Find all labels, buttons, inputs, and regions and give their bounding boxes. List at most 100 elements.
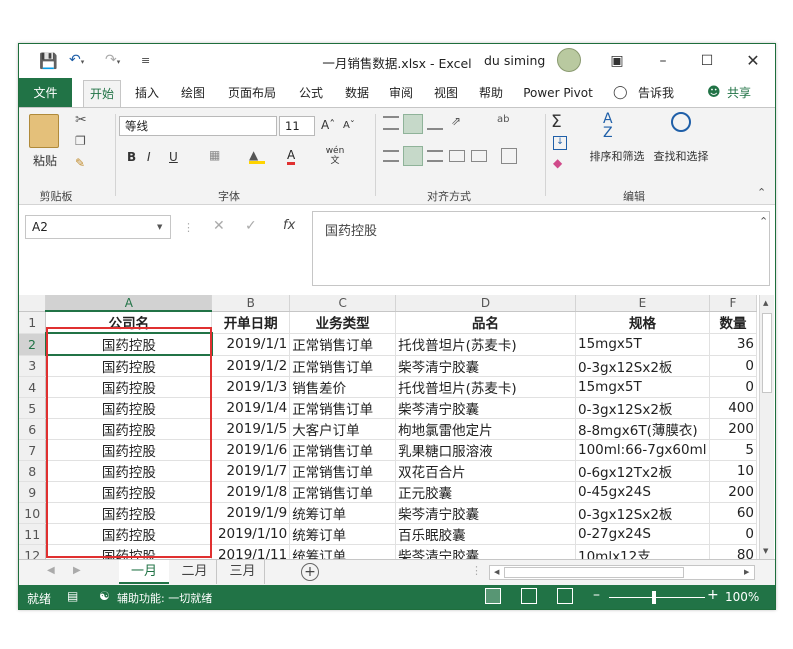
cell-spec[interactable]: 100ml:66-7gx60ml [575,439,710,461]
row-header[interactable]: 6 [19,418,47,440]
format-painter-icon[interactable]: ✎ [75,156,85,170]
tab-view[interactable]: 视图 [426,78,466,108]
cell-date[interactable]: 2019/1/9 [211,502,291,524]
tab-home[interactable]: 开始 [83,80,121,110]
scroll-down-icon[interactable]: ▼ [763,547,768,555]
grow-font-icon[interactable]: Aˆ [321,118,335,132]
row-header[interactable]: 9 [19,481,47,503]
cell-spec[interactable]: 0-45gx24S [575,481,710,503]
cell-date[interactable]: 2019/1/3 [211,376,291,398]
column-header-e[interactable]: E [575,295,710,312]
row-header[interactable]: 8 [19,460,47,482]
tell-me[interactable]: 告诉我 [633,78,679,108]
cell-date[interactable]: 2019/1/8 [211,481,291,503]
cell-spec[interactable]: 0-3gx12Sx2板 [575,397,710,419]
cell-quantity[interactable]: 60 [709,502,757,524]
align-left-icon[interactable] [383,150,399,162]
tab-draw[interactable]: 绘图 [173,78,213,108]
cell-spec[interactable]: 15mgx5T [575,333,710,356]
cell-business-type[interactable]: 正常销售订单 [289,439,397,461]
new-sheet-icon[interactable]: + [301,563,319,581]
cell-product-name[interactable]: 正元胶囊 [395,481,576,503]
cell-spec[interactable]: 10mlx12支 [575,544,710,559]
prev-sheet-icon[interactable]: ◀ [47,565,55,576]
cell-business-type[interactable]: 统筹订单 [289,544,397,559]
cell-quantity[interactable]: 10 [709,460,757,482]
select-all-corner[interactable] [19,295,47,312]
font-name-select[interactable]: 等线 [119,116,277,136]
zoom-slider[interactable] [609,597,705,598]
sheet-tab-march[interactable]: 三月 [221,560,265,584]
find-select-button[interactable]: 查找和选择 [649,148,713,164]
italic-button[interactable]: I [147,150,151,164]
zoom-level[interactable]: 100% [725,590,759,604]
autosum-icon[interactable]: Σ [551,112,562,132]
cell-product-name[interactable]: 柴芩清宁胶囊 [395,355,576,377]
row-header[interactable]: 11 [19,523,47,545]
tab-data[interactable]: 数据 [337,78,377,108]
cell-date[interactable]: 2019/1/1 [211,333,291,356]
underline-button[interactable]: U [169,150,178,164]
column-header-b[interactable]: B [211,295,291,312]
clear-icon[interactable]: ◆ [553,156,562,170]
cell-quantity[interactable]: 0 [709,376,757,398]
tab-formulas[interactable]: 公式 [291,78,331,108]
tab-insert[interactable]: 插入 [127,78,167,108]
zoom-slider-thumb[interactable] [652,591,656,604]
cell-product-name[interactable]: 双花百合片 [395,460,576,482]
cell-spec[interactable]: 0-27gx24S [575,523,710,545]
cell-business-type[interactable]: 统筹订单 [289,502,397,524]
cell-business-type[interactable]: 统筹订单 [289,523,397,545]
scroll-right-icon[interactable]: ▶ [744,568,749,576]
tab-help[interactable]: 帮助 [471,78,511,108]
copy-icon[interactable]: ❐ [75,134,86,148]
cell-date[interactable]: 2019/1/10 [211,523,291,545]
collapse-formula-icon[interactable]: ⌃ [759,215,768,228]
cell-quantity[interactable]: 400 [709,397,757,419]
page-break-view-icon[interactable] [557,588,573,604]
sort-filter-button[interactable]: 排序和筛选 [585,148,649,164]
paste-icon[interactable] [29,114,59,148]
share-icon[interactable]: ☻ [707,85,721,100]
page-layout-view-icon[interactable] [521,588,537,604]
cell-product-name[interactable]: 柴芩清宁胶囊 [395,502,576,524]
cell-product-name[interactable]: 柴芩清宁胶囊 [395,544,576,559]
bottom-align-icon[interactable] [427,120,443,130]
cell-quantity[interactable]: 36 [709,333,757,356]
row-header[interactable]: 10 [19,502,47,524]
splitter-icon[interactable]: ⋮ [471,564,482,577]
column-header-f[interactable]: F [709,295,757,312]
orientation-icon[interactable]: ⇗ [451,114,461,128]
cut-icon[interactable]: ✂ [75,112,87,128]
top-align-icon[interactable] [383,116,399,130]
wrap-text-icon[interactable]: ab [497,114,509,125]
cell-product-name[interactable]: 百乐眠胶囊 [395,523,576,545]
minimize-icon[interactable]: – [651,50,675,72]
column-header-d[interactable]: D [395,295,576,312]
cell-product-name[interactable]: 枸地氯雷他定片 [395,418,576,440]
cell-spec[interactable]: 0-3gx12Sx2板 [575,502,710,524]
cell-spec[interactable]: 8-8mgx6T(薄膜衣) [575,418,710,440]
enter-icon[interactable]: ✓ [245,218,257,234]
cell-quantity[interactable]: 0 [709,523,757,545]
scroll-up-icon[interactable]: ▲ [763,299,768,307]
cell-date[interactable]: 2019/1/2 [211,355,291,377]
fill-icon[interactable]: ↓ [553,136,567,150]
cell-business-type[interactable]: 销售差价 [289,376,397,398]
middle-align-icon[interactable] [403,114,423,134]
cell-product-name[interactable]: 乳果糖口服溶液 [395,439,576,461]
insert-function-button[interactable]: fx [283,218,295,233]
fill-color-icon[interactable]: ▲ [249,148,265,164]
center-icon[interactable] [403,146,423,166]
user-name[interactable]: du siming [484,53,545,68]
row-header[interactable]: 1 [19,311,47,334]
border-icon[interactable]: ▦ [209,148,220,162]
font-size-select[interactable]: 11 [279,116,315,136]
row-header[interactable]: 4 [19,376,47,398]
name-box-dropdown-icon[interactable]: ▼ [157,223,162,231]
cell-business-type[interactable]: 正常销售订单 [289,481,397,503]
cell-quantity[interactable]: 200 [709,481,757,503]
tab-power-pivot[interactable]: Power Pivot [519,78,597,108]
accessibility-icon[interactable]: ☯ [99,589,110,603]
sheet-tab-february[interactable]: 二月 [173,560,217,584]
